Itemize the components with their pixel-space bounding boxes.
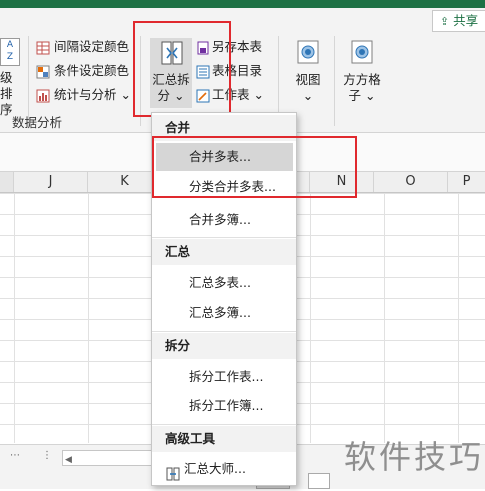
menu-section-advanced-tools: 高级工具 <box>152 426 296 452</box>
stats-analysis-label: 统计与分析 ⌄ <box>54 87 131 102</box>
annotation-box-merge-split <box>133 21 231 117</box>
menu-item-split-workbook[interactable]: 拆分工作簿... <box>152 392 296 420</box>
summary-master-icon <box>166 463 180 480</box>
share-icon: ⇪ <box>439 15 450 28</box>
separator <box>334 36 335 126</box>
grid-label-1: 方方格 <box>343 72 381 87</box>
conditional-color-icon <box>36 65 50 79</box>
view-label: 视图 <box>295 72 321 87</box>
sort-label-bottom: 序 <box>0 102 13 117</box>
column-header-p[interactable]: P <box>448 172 485 192</box>
grid-label-2: 子 ⌄ <box>348 88 376 103</box>
menu-item-merge-workbooks[interactable]: 合并多簿... <box>152 206 296 234</box>
share-button[interactable]: ⇪ 共享 <box>432 10 485 32</box>
menu-divider <box>152 424 296 425</box>
interval-color-label: 间隔设定颜色 <box>54 39 130 54</box>
share-label: 共享 <box>453 13 479 28</box>
menu-item-summarize-workbooks[interactable]: 汇总多簿... <box>152 299 296 327</box>
view-icon <box>297 40 319 67</box>
view-chevron: ⌄ <box>302 88 314 103</box>
table-color-icon <box>36 41 50 55</box>
menu-divider <box>152 237 296 238</box>
page-break-view-icon[interactable] <box>308 473 330 489</box>
menu-section-summary: 汇总 <box>152 239 296 265</box>
row-header-corner <box>0 172 14 192</box>
menu-section-split: 拆分 <box>152 333 296 359</box>
condition-color-label: 条件设定颜色 <box>54 63 130 78</box>
column-header-j[interactable]: J <box>14 172 88 192</box>
sort-button[interactable]: 级排 序 <box>0 70 22 118</box>
stats-analysis-button[interactable]: 统计与分析 ⌄ <box>36 87 131 103</box>
sort-az-icon: AZ <box>0 38 20 66</box>
summary-master-label: 汇总大师... <box>184 461 246 476</box>
condition-color-button[interactable]: 条件设定颜色 <box>36 63 129 79</box>
title-bar-strip <box>0 0 485 8</box>
watermark-text: 软件技巧 <box>344 438 485 476</box>
horizontal-scrollbar[interactable]: ◀ <box>62 450 154 466</box>
interval-color-button[interactable]: 间隔设定颜色 <box>36 39 129 55</box>
menu-item-summarize-sheets[interactable]: 汇总多表... <box>152 269 296 297</box>
sheet-options-icon[interactable]: ⋮ <box>40 450 54 464</box>
grid-button[interactable]: 方方格 子 ⌄ <box>340 38 384 108</box>
view-button[interactable]: 视图 ⌄ <box>288 38 328 108</box>
group-label-data-analysis: 数据分析 <box>12 115 63 130</box>
menu-divider <box>152 331 296 332</box>
grid-icon <box>351 40 373 67</box>
menu-item-summary-master[interactable]: 汇总大师... <box>152 455 296 483</box>
menu-item-split-worksheet[interactable]: 拆分工作表... <box>152 363 296 391</box>
column-header-o[interactable]: O <box>374 172 448 192</box>
sort-label-top: 级排 <box>0 70 13 101</box>
stats-icon <box>36 89 50 103</box>
annotation-box-merge-items <box>152 136 357 198</box>
sheet-nav-dots[interactable]: ⋯ <box>10 450 20 461</box>
scroll-left-icon[interactable]: ◀ <box>63 455 72 465</box>
